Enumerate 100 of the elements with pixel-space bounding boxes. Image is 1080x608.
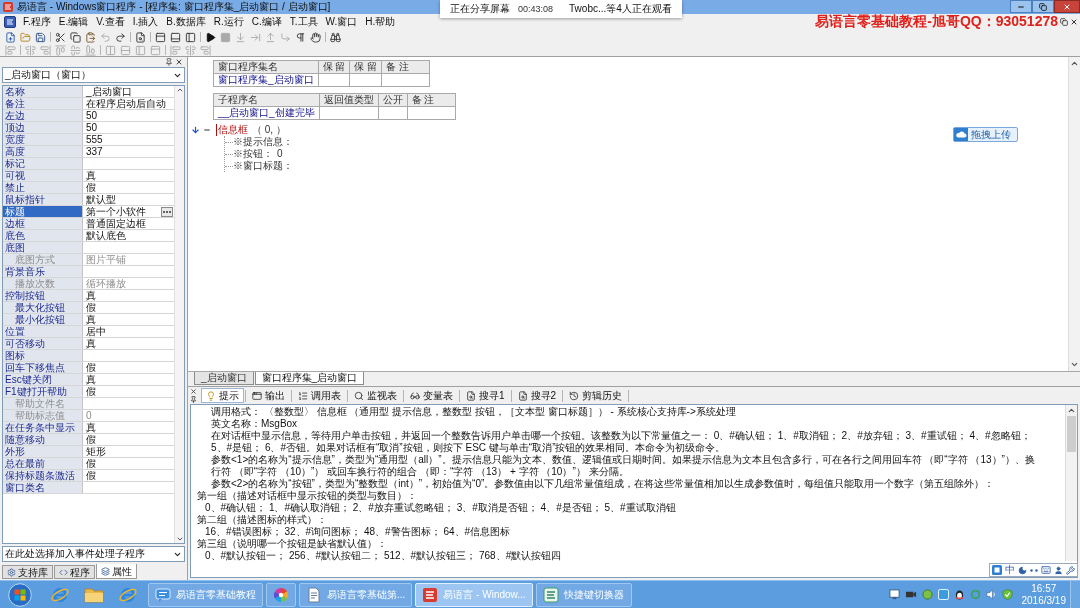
property-value[interactable]: 默认底色	[83, 230, 174, 241]
property-name[interactable]: 鼠标指针	[3, 194, 83, 205]
property-name[interactable]: 标记	[3, 158, 83, 169]
property-name[interactable]: 顶边	[3, 122, 83, 133]
output-tab[interactable]: 搜寻1	[461, 388, 510, 403]
scroll-thumb[interactable]	[1067, 416, 1076, 452]
property-value[interactable]: 矩形	[83, 446, 174, 457]
property-value[interactable]: 假	[83, 182, 174, 193]
property-value[interactable]: 假	[83, 470, 174, 481]
scrollbar[interactable]	[174, 86, 184, 543]
property-name[interactable]: 底图	[3, 242, 83, 253]
property-name[interactable]: 位置	[3, 326, 83, 337]
panel-tab[interactable]: 属性	[96, 564, 137, 579]
property-name[interactable]: 最大化按钮	[3, 302, 83, 313]
property-value[interactable]: 普通固定边框	[83, 218, 174, 229]
ball-icon[interactable]	[921, 589, 933, 600]
property-name[interactable]: 图标	[3, 350, 83, 361]
property-value[interactable]: 假	[83, 386, 174, 397]
event-dropdown[interactable]: 在此处选择加入事件处理子程序	[2, 546, 185, 562]
panel-bottom-icon[interactable]	[170, 31, 181, 43]
file-search-icon[interactable]	[135, 31, 146, 43]
property-name[interactable]: 高度	[3, 146, 83, 157]
minimize-button[interactable]	[1010, 0, 1032, 13]
restore-button[interactable]	[1032, 0, 1054, 13]
shield-check-icon[interactable]	[1001, 589, 1013, 600]
panel-top-icon[interactable]	[155, 31, 166, 43]
output-tab[interactable]: 监视表	[349, 388, 402, 403]
property-value[interactable]: 假	[83, 458, 174, 469]
property-name[interactable]: 底色	[3, 230, 83, 241]
property-value[interactable]: 真	[83, 374, 174, 385]
upload-button[interactable]: 拖拽上传	[953, 127, 1018, 142]
property-name[interactable]: 禁止	[3, 182, 83, 193]
menu-item[interactable]: F.程序	[19, 15, 55, 29]
property-name[interactable]: 标题	[3, 206, 83, 217]
new-file-icon[interactable]	[5, 31, 16, 43]
menu-item[interactable]: B.数据库	[162, 15, 210, 29]
scrollbar[interactable]	[1068, 57, 1080, 371]
output-tab[interactable]: 提示	[201, 388, 244, 403]
scroll-up-icon[interactable]	[175, 86, 184, 94]
restore-icon[interactable]	[1060, 18, 1068, 26]
scroll-down-icon[interactable]	[175, 535, 184, 543]
arrow-up-line-icon[interactable]	[265, 31, 276, 43]
property-value[interactable]: 真	[83, 290, 174, 301]
scissors-icon[interactable]	[55, 31, 66, 43]
property-name[interactable]: F1键打开帮助	[3, 386, 83, 397]
property-value[interactable]: 真	[83, 338, 174, 349]
property-name[interactable]: 背景音乐	[3, 266, 83, 277]
clipboard-icon[interactable]	[85, 31, 96, 43]
pin-icon[interactable]	[190, 396, 197, 403]
pin-icon[interactable]	[165, 58, 173, 66]
property-value[interactable]: 真	[83, 422, 174, 433]
property-name[interactable]: 保持标题条激活	[3, 470, 83, 481]
document-tab[interactable]: _启动窗口	[194, 372, 254, 385]
property-name[interactable]: 外形	[3, 446, 83, 457]
property-value[interactable]: 假	[83, 434, 174, 445]
menu-item[interactable]: H.帮助	[361, 15, 400, 29]
property-name[interactable]: 备注	[3, 98, 83, 109]
camera-icon[interactable]	[904, 589, 917, 600]
menu-item[interactable]: T.工具	[285, 15, 322, 29]
document-tab[interactable]: 窗口程序集_启动窗口	[254, 372, 365, 385]
output-tab[interactable]: 剪辑历史	[564, 388, 628, 403]
property-value[interactable]: 337	[83, 146, 174, 157]
keyboard-icon[interactable]	[1041, 565, 1051, 575]
property-name[interactable]: Esc键关闭	[3, 374, 83, 385]
property-name[interactable]: 左边	[3, 110, 83, 121]
play-icon[interactable]	[205, 31, 216, 43]
arrow-down-line-icon[interactable]	[235, 31, 246, 43]
close-icon[interactable]	[190, 388, 197, 395]
dots-icon[interactable]	[1030, 568, 1038, 572]
close-icon[interactable]	[175, 58, 183, 66]
taskbar-button[interactable]	[266, 582, 296, 607]
output-tab[interactable]: 调用表	[293, 388, 346, 403]
ime-mode-button[interactable]: 中	[1005, 564, 1015, 576]
close-icon[interactable]	[1070, 18, 1078, 26]
property-value[interactable]: 50	[83, 122, 174, 133]
property-value[interactable]: 在程序启动后自动	[83, 98, 174, 109]
scroll-up-icon[interactable]	[1070, 59, 1079, 68]
property-name[interactable]: 在任务条中显示	[3, 422, 83, 433]
property-value[interactable]: _启动窗口	[83, 86, 174, 97]
property-name[interactable]: 最小化按钮	[3, 314, 83, 325]
property-name[interactable]: 宽度	[3, 134, 83, 145]
menu-item[interactable]: V.查看	[92, 15, 129, 29]
parameter-value[interactable]: 0	[277, 148, 283, 160]
property-name[interactable]: 总在最前	[3, 458, 83, 469]
property-name[interactable]: 可视	[3, 170, 83, 181]
redo-icon[interactable]	[115, 31, 126, 43]
scroll-up-icon[interactable]	[1067, 406, 1076, 415]
speaker-icon[interactable]	[985, 589, 997, 600]
property-value[interactable]: 50	[83, 110, 174, 121]
output-tab[interactable]: 输出	[247, 388, 290, 403]
property-name[interactable]: 边框	[3, 218, 83, 229]
app-icon[interactable]	[4, 16, 16, 28]
ellipsis-button[interactable]	[161, 206, 173, 217]
penguin-icon[interactable]	[953, 589, 965, 600]
user-icon[interactable]	[1054, 565, 1063, 575]
property-name[interactable]: 回车下移焦点	[3, 362, 83, 373]
arrow-right-line-icon[interactable]	[250, 31, 261, 43]
panel-tab[interactable]: 支持库	[2, 565, 53, 579]
property-value[interactable]: 默认型	[83, 194, 174, 205]
property-value[interactable]: 居中	[83, 326, 174, 337]
